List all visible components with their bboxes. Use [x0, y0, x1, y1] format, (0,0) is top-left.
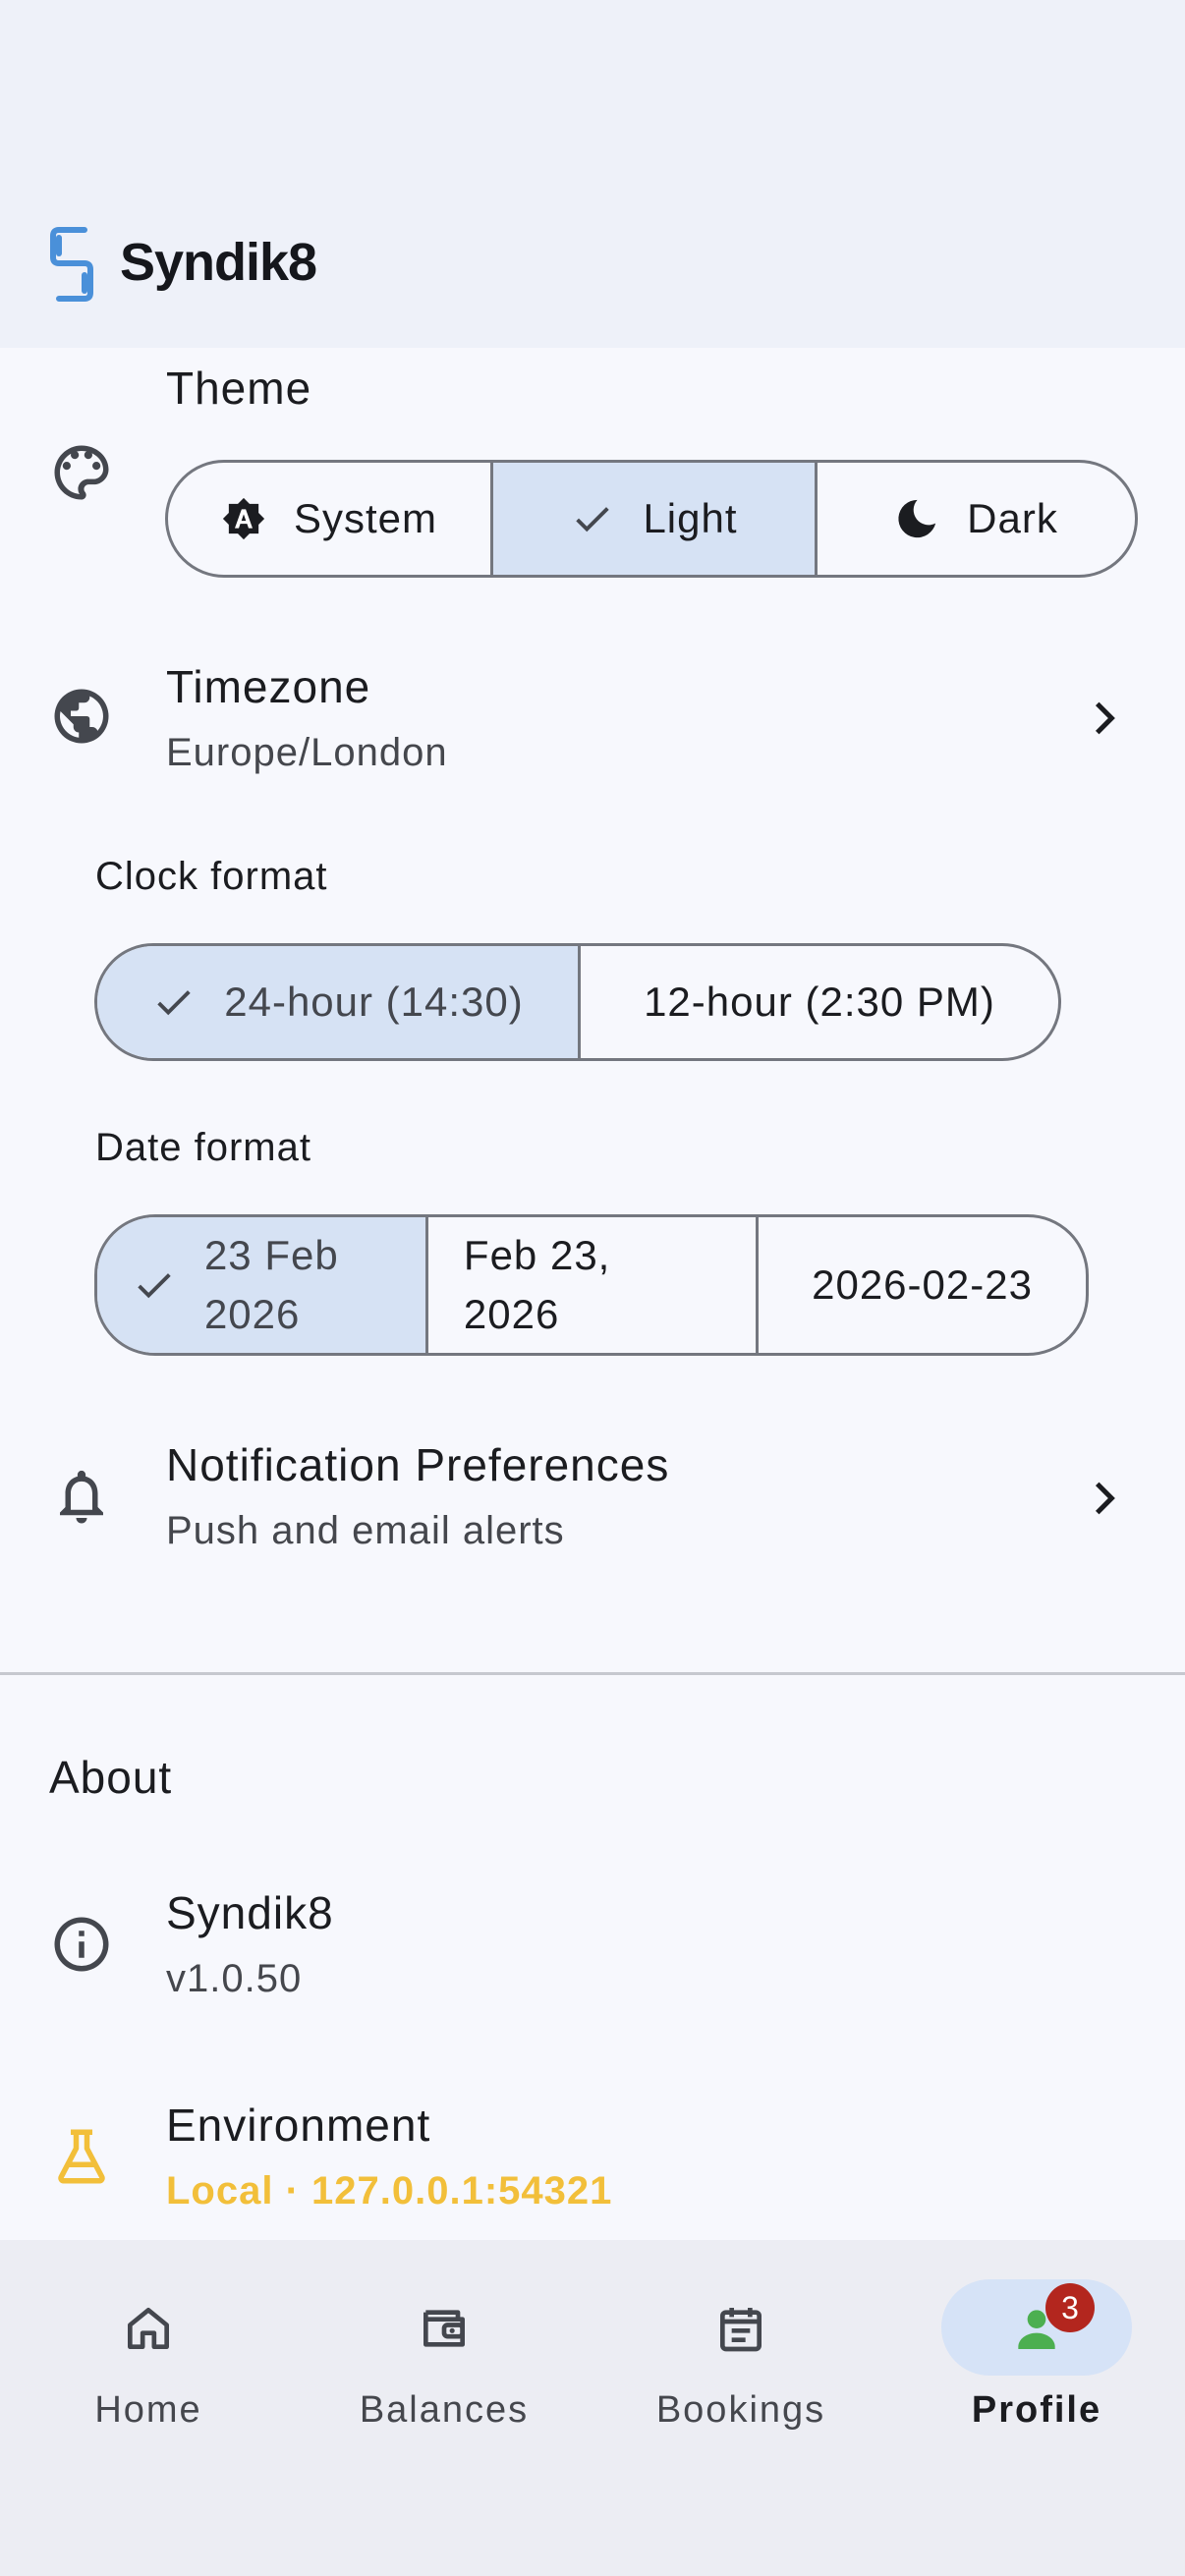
- home-icon: [121, 2301, 176, 2356]
- theme-option-light[interactable]: Light: [490, 463, 815, 575]
- chevron-right-icon: [1079, 1474, 1128, 1523]
- auto-brightness-icon: [221, 496, 266, 541]
- nav-home[interactable]: Home: [35, 2279, 261, 2436]
- date-option-dmy[interactable]: 23 Feb 2026: [97, 1217, 425, 1353]
- wallet-icon: [417, 2301, 472, 2356]
- theme-selector: System Light Dark: [165, 460, 1138, 578]
- info-icon: [49, 1912, 114, 1977]
- clock-option-24h[interactable]: 24-hour (14:30): [97, 946, 578, 1058]
- check-icon: [570, 496, 615, 541]
- bell-icon: [49, 1464, 114, 1529]
- clock-format-selector: 24-hour (14:30) 12-hour (2:30 PM): [94, 943, 1061, 1061]
- date-format-selector: 23 Feb 2026 Feb 23, 2026 2026-02-23: [94, 1214, 1089, 1356]
- nav-bookings[interactable]: Bookings: [628, 2279, 854, 2436]
- app-info-label: Syndik8: [166, 1887, 334, 1938]
- nav-balances[interactable]: Balances: [331, 2279, 557, 2436]
- bottom-navigation: Home Balances Bookings 3 Profile: [0, 2240, 1185, 2576]
- theme-label: Theme: [166, 363, 312, 414]
- date-option-mdy[interactable]: Feb 23, 2026: [424, 1217, 756, 1353]
- globe-icon: [49, 684, 114, 749]
- timezone-value: Europe/London: [166, 731, 448, 774]
- syndik8-logo-icon: [47, 224, 96, 305]
- palette-icon: [49, 440, 114, 505]
- theme-option-dark[interactable]: Dark: [815, 463, 1135, 575]
- app-title: Syndik8: [120, 233, 317, 292]
- notification-preferences-subtitle: Push and email alerts: [166, 1509, 565, 1552]
- notification-badge: 3: [1045, 2283, 1095, 2332]
- date-option-iso[interactable]: 2026-02-23: [756, 1217, 1086, 1353]
- theme-option-system[interactable]: System: [168, 463, 490, 575]
- check-icon: [132, 1262, 177, 1308]
- nav-profile[interactable]: 3 Profile: [924, 2279, 1150, 2436]
- clock-format-label: Clock format: [95, 855, 328, 898]
- chevron-right-icon: [1079, 694, 1128, 743]
- date-format-label: Date format: [95, 1126, 311, 1169]
- check-icon: [151, 980, 197, 1025]
- section-divider: [0, 1672, 1185, 1675]
- environment-value: Local · 127.0.0.1:54321: [166, 2169, 613, 2212]
- notification-preferences-label: Notification Preferences: [166, 1439, 670, 1490]
- about-header: About: [49, 1752, 173, 1803]
- timezone-label: Timezone: [166, 661, 371, 712]
- environment-label: Environment: [166, 2100, 431, 2151]
- clock-option-12h[interactable]: 12-hour (2:30 PM): [577, 946, 1058, 1058]
- calendar-icon: [713, 2301, 768, 2356]
- app-version: v1.0.50: [166, 1957, 303, 2000]
- app-bar: Syndik8: [0, 0, 1185, 348]
- flask-icon: [49, 2124, 114, 2189]
- moon-icon: [894, 496, 939, 541]
